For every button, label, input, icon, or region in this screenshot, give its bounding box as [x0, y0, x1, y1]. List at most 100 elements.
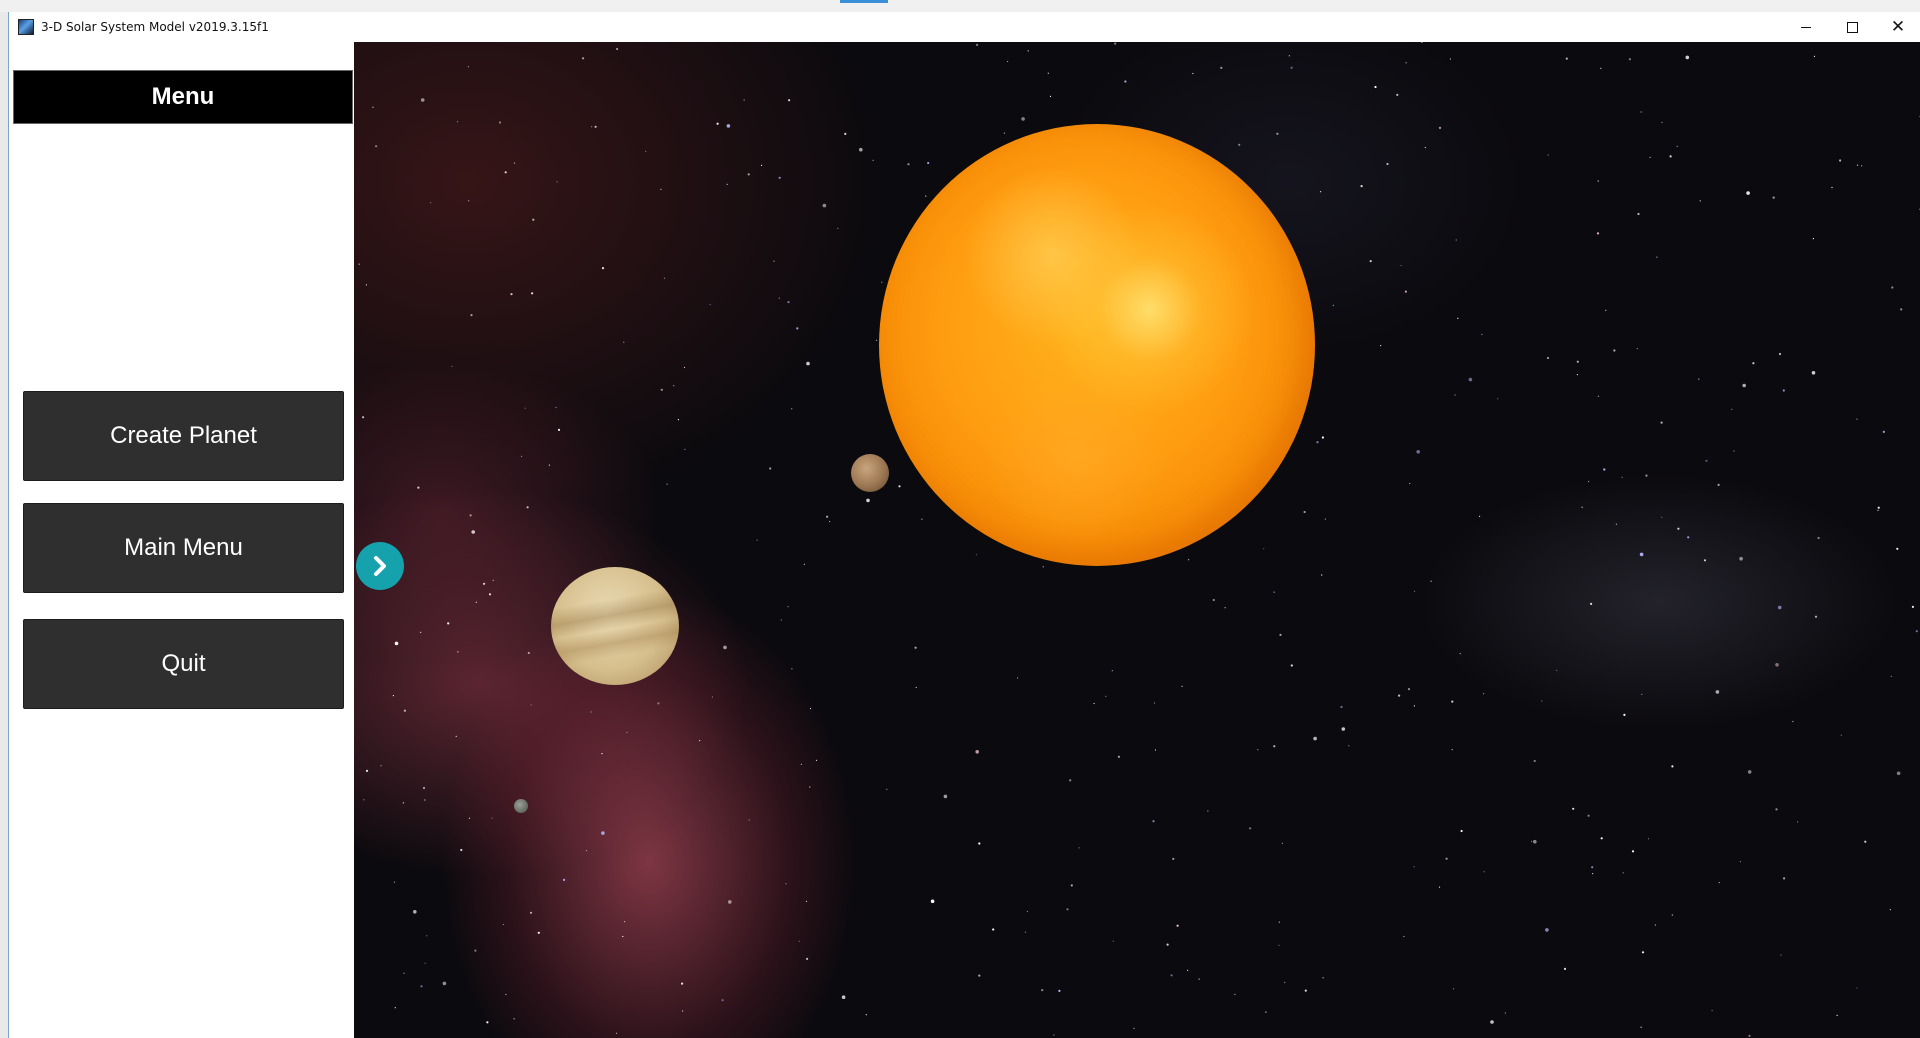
- background-window-tab: [840, 0, 888, 3]
- planet-mercury[interactable]: [851, 454, 889, 492]
- star: [788, 99, 791, 102]
- star: [1069, 779, 1072, 782]
- star: [1070, 884, 1073, 887]
- star: [806, 957, 809, 961]
- star: [943, 794, 948, 799]
- star: [872, 159, 874, 161]
- star: [1284, 981, 1286, 984]
- star: [375, 145, 378, 148]
- star: [992, 928, 995, 931]
- planet-venus[interactable]: [551, 567, 679, 685]
- star: [1198, 978, 1200, 980]
- star: [1900, 308, 1903, 311]
- star: [1049, 95, 1052, 97]
- star: [510, 293, 513, 296]
- star: [1413, 705, 1415, 707]
- star: [699, 740, 701, 742]
- star: [527, 651, 530, 655]
- quit-button[interactable]: Quit: [23, 619, 344, 709]
- main-menu-button[interactable]: Main Menu: [23, 503, 344, 593]
- star: [468, 200, 470, 202]
- star: [1321, 436, 1324, 439]
- star: [470, 314, 473, 317]
- star: [978, 974, 981, 977]
- star: [1053, 1034, 1055, 1036]
- star: [582, 57, 585, 60]
- star: [1409, 482, 1411, 485]
- star: [1449, 58, 1451, 60]
- create-planet-button[interactable]: Create Planet: [23, 391, 344, 481]
- star: [787, 606, 789, 608]
- star: [624, 921, 626, 923]
- star: [526, 506, 529, 509]
- star: [1278, 944, 1280, 946]
- star: [1421, 42, 1423, 43]
- minimize-button[interactable]: [1783, 12, 1829, 42]
- star: [1698, 378, 1700, 380]
- star: [1404, 290, 1407, 293]
- star: [1273, 591, 1275, 593]
- star: [557, 428, 561, 431]
- star: [1649, 156, 1651, 158]
- star: [876, 339, 878, 341]
- star: [601, 753, 603, 755]
- star: [1739, 556, 1743, 561]
- star: [1782, 389, 1785, 392]
- star: [925, 195, 927, 197]
- star: [1812, 238, 1814, 240]
- app-icon: [18, 19, 34, 35]
- star: [505, 993, 507, 996]
- sun[interactable]: [879, 124, 1315, 566]
- title-bar[interactable]: 3-D Solar System Model v2019.3.15f1 ✕: [9, 12, 1920, 42]
- background-window-strip: [0, 0, 1920, 12]
- star: [822, 203, 827, 208]
- star: [1238, 143, 1241, 146]
- star: [673, 385, 675, 387]
- star: [1124, 80, 1127, 83]
- star: [1481, 333, 1483, 336]
- star: [1639, 552, 1644, 557]
- maximize-icon: [1846, 21, 1858, 33]
- star: [1641, 951, 1645, 954]
- star: [1861, 165, 1863, 167]
- star: [1581, 506, 1583, 508]
- star: [844, 132, 847, 135]
- star: [1468, 377, 1473, 382]
- small-planet[interactable]: [514, 799, 528, 813]
- close-button[interactable]: ✕: [1875, 12, 1920, 42]
- star: [791, 668, 793, 670]
- star: [1654, 924, 1656, 926]
- screen: 3-D Solar System Model v2019.3.15f1 ✕ Me…: [0, 0, 1920, 1038]
- star: [1400, 264, 1402, 267]
- star: [1777, 605, 1782, 610]
- star: [1533, 759, 1536, 763]
- solar-system-viewport[interactable]: Menu Create Planet Main Menu Quit: [9, 42, 1920, 1038]
- star: [1623, 713, 1626, 717]
- star: [1459, 653, 1461, 655]
- star: [761, 164, 763, 166]
- maximize-button[interactable]: [1829, 12, 1875, 42]
- star: [798, 940, 800, 942]
- star: [1451, 700, 1454, 703]
- star: [622, 935, 624, 938]
- star: [468, 817, 471, 819]
- star: [521, 455, 523, 457]
- star: [683, 366, 686, 369]
- star: [1889, 909, 1891, 911]
- star: [1273, 745, 1276, 748]
- star: [1424, 146, 1426, 149]
- star: [1877, 509, 1879, 511]
- star: [1563, 967, 1567, 971]
- star: [886, 788, 888, 791]
- star: [773, 260, 775, 262]
- star: [1281, 842, 1283, 845]
- toggle-menu-button[interactable]: [356, 542, 404, 590]
- star: [721, 999, 724, 1002]
- star: [1592, 873, 1594, 875]
- star: [460, 848, 463, 852]
- star: [1856, 418, 1858, 420]
- star: [393, 881, 396, 883]
- star: [930, 899, 935, 904]
- star: [1504, 1012, 1506, 1014]
- star: [1460, 829, 1463, 833]
